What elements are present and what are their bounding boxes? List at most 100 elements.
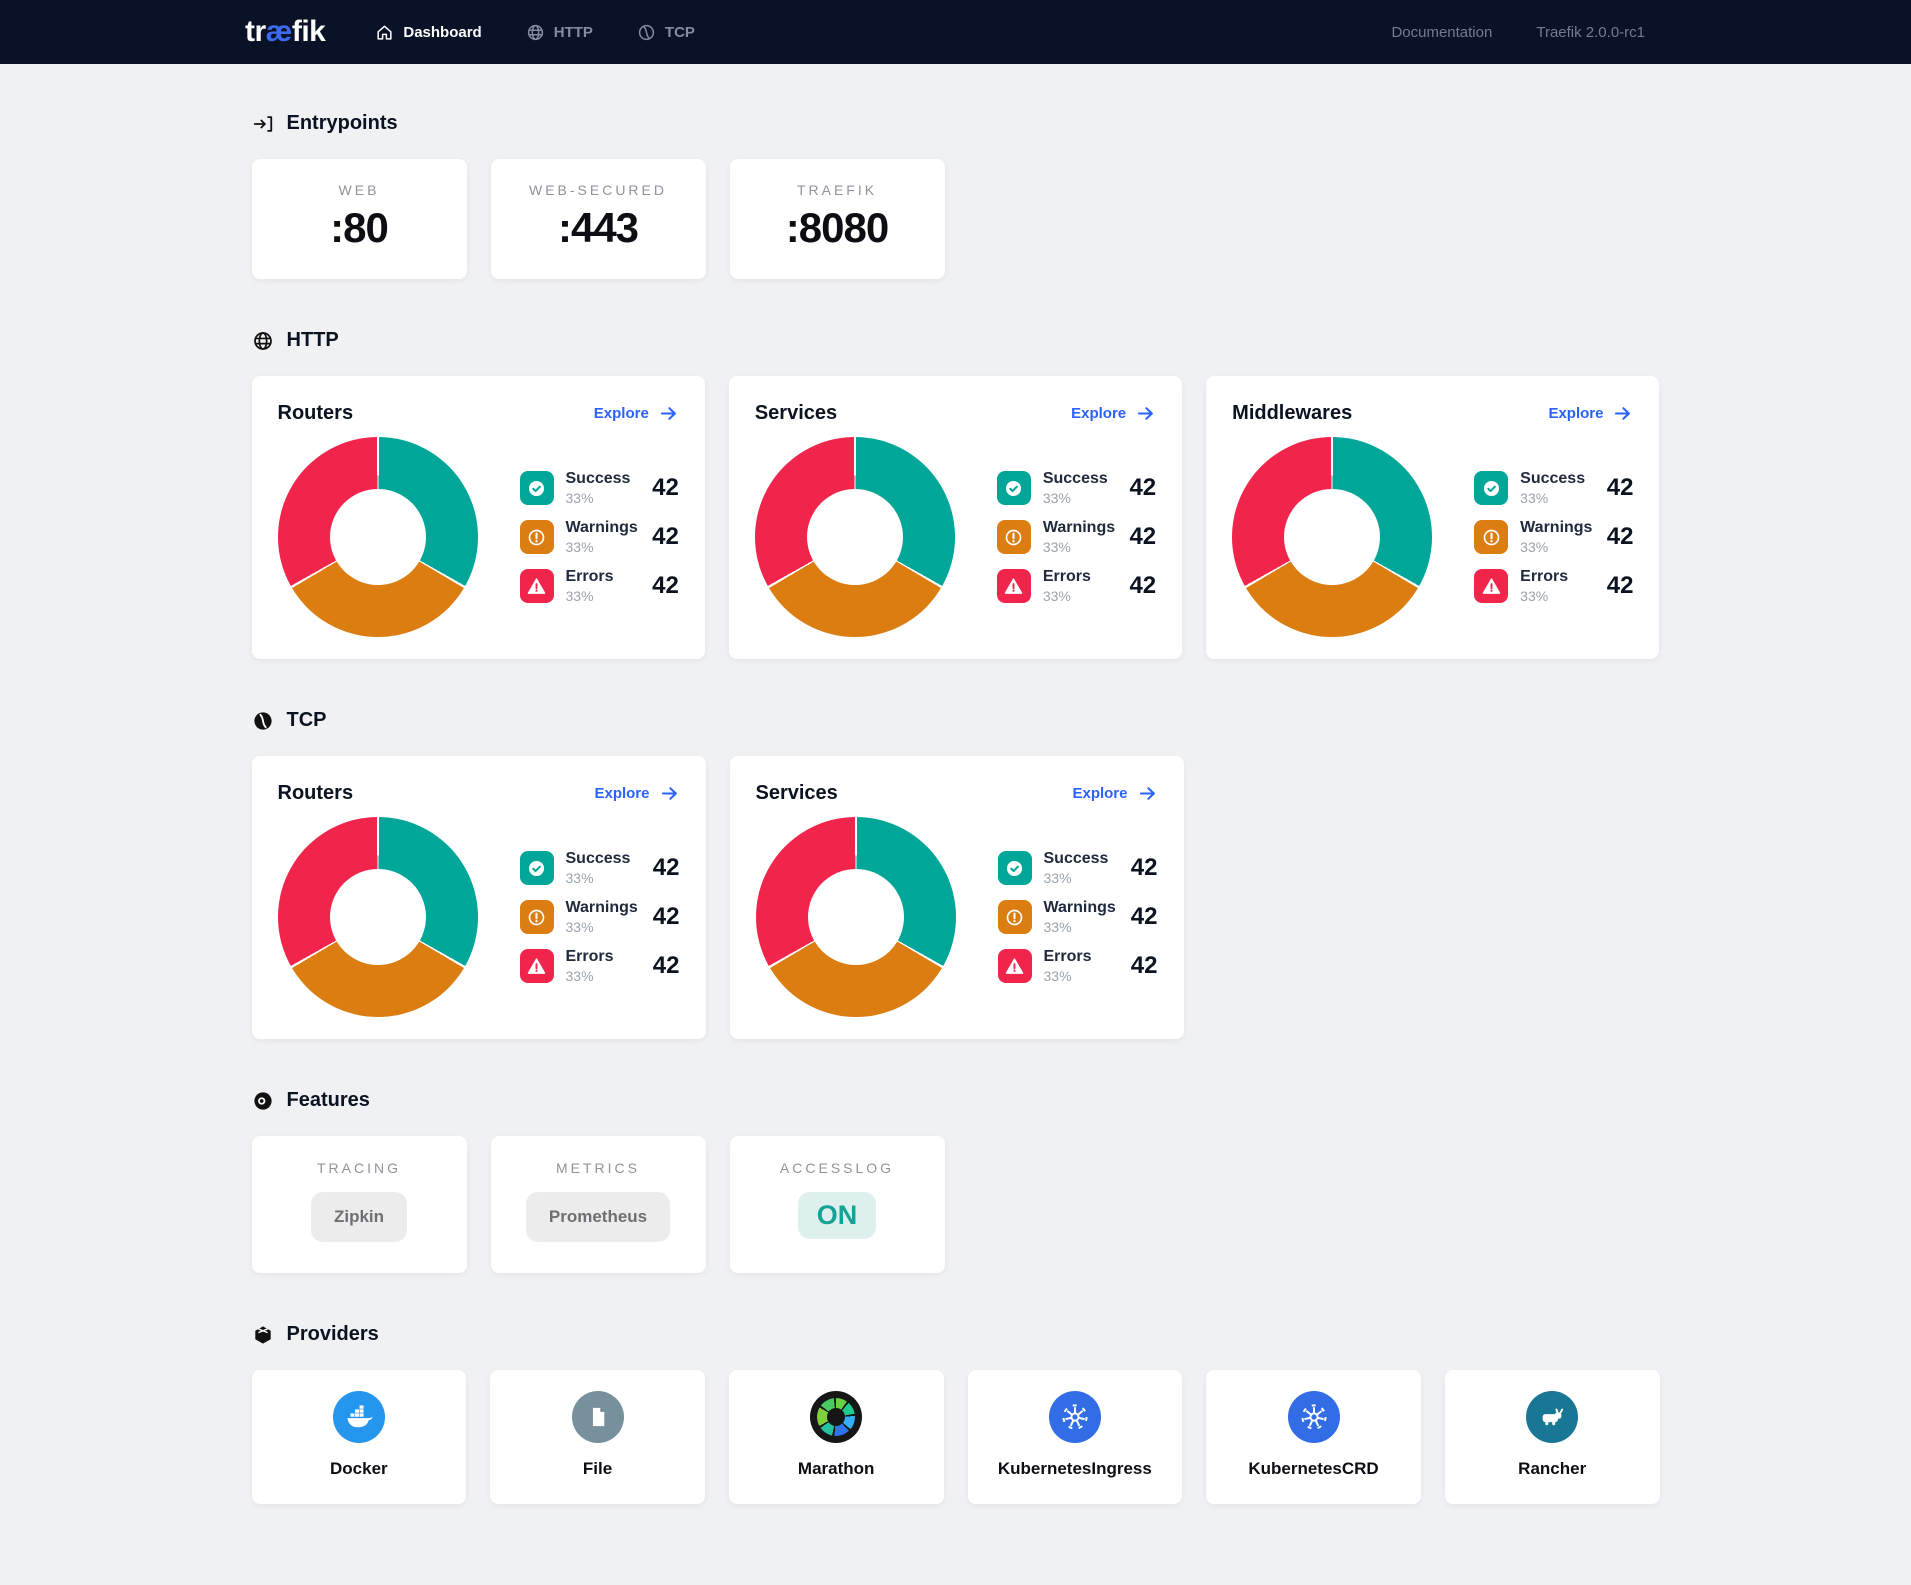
stat-value: 42 xyxy=(653,854,680,882)
entrypoint-label: WEB-SECURED xyxy=(491,182,706,198)
explore-link[interactable]: Explore xyxy=(594,403,679,424)
http-section-heading: HTTP xyxy=(252,329,1660,352)
feature-label: TRACING xyxy=(252,1160,467,1176)
success-check-icon xyxy=(520,851,554,885)
providers-package-icon xyxy=(252,1324,274,1346)
card-title: Services xyxy=(756,782,838,805)
entrypoints-section-heading: Entrypoints xyxy=(252,112,1660,135)
explore-link[interactable]: Explore xyxy=(1548,403,1633,424)
explore-link[interactable]: Explore xyxy=(594,783,679,804)
error-triangle-icon xyxy=(520,949,554,983)
explore-label: Explore xyxy=(594,785,649,802)
stat-percent: 33% xyxy=(1043,588,1091,604)
providers-section-heading: Providers xyxy=(252,1323,1660,1346)
tcp-cards-row: Routers Explore Success33% 42 Warnings33… xyxy=(252,756,1660,1039)
nav-item-http[interactable]: HTTP xyxy=(526,23,593,42)
stat-warnings: Warnings 33% 42 xyxy=(998,899,1158,935)
stat-label: Success xyxy=(1044,850,1109,867)
stat-label: Errors xyxy=(1520,568,1568,585)
chart-legend: Success33% 42 Warnings33% 42 Errors33% 4… xyxy=(520,470,679,604)
section-title: TCP xyxy=(287,709,327,732)
stat-label: Errors xyxy=(1043,568,1091,585)
kubernetes-wheel-icon xyxy=(1288,1391,1340,1443)
stat-errors: Errors33% 42 xyxy=(998,948,1158,984)
stat-percent: 33% xyxy=(1520,490,1585,506)
nav-item-tcp[interactable]: TCP xyxy=(637,23,695,42)
traefik-logo[interactable]: træfik xyxy=(245,15,325,49)
stat-errors: Errors33% 42 xyxy=(520,948,680,984)
stat-label: Success xyxy=(1043,470,1108,487)
provider-card-kubernetes-crd: KubernetesCRD xyxy=(1206,1370,1421,1504)
stat-percent: 33% xyxy=(566,870,631,886)
tcp-section-heading: TCP xyxy=(252,709,1660,732)
card-title: Routers xyxy=(278,402,354,425)
provider-name: Rancher xyxy=(1445,1459,1660,1479)
donut-chart xyxy=(756,817,956,1017)
nav-item-label: HTTP xyxy=(554,24,593,41)
success-check-icon xyxy=(520,471,554,505)
stat-label: Warnings xyxy=(566,519,638,536)
feature-value-chip: Prometheus xyxy=(526,1192,670,1242)
stat-percent: 33% xyxy=(1520,588,1568,604)
entrypoint-port: :80 xyxy=(252,204,467,252)
stat-warnings: Warnings 33% 42 xyxy=(1474,519,1633,555)
stat-percent: 33% xyxy=(1044,919,1116,935)
success-check-icon xyxy=(1474,471,1508,505)
stat-label: Errors xyxy=(566,948,614,965)
stat-value: 42 xyxy=(1131,903,1158,931)
entrypoints-icon xyxy=(252,113,274,135)
card-title: Services xyxy=(755,402,837,425)
version-label: Traefik 2.0.0-rc1 xyxy=(1536,24,1645,41)
documentation-link[interactable]: Documentation xyxy=(1391,24,1492,41)
stat-success: Success33% 42 xyxy=(520,850,680,886)
stat-value: 42 xyxy=(1607,523,1634,551)
stat-label: Errors xyxy=(566,568,614,585)
explore-link[interactable]: Explore xyxy=(1072,783,1157,804)
features-row: TRACING Zipkin METRICS Prometheus ACCESS… xyxy=(252,1136,1660,1273)
file-icon xyxy=(572,1391,624,1443)
stat-label: Warnings xyxy=(1043,519,1115,536)
explore-label: Explore xyxy=(1071,405,1126,422)
arrow-right-icon xyxy=(1135,403,1156,424)
entrypoint-port: :443 xyxy=(491,204,706,252)
kubernetes-wheel-icon xyxy=(1049,1391,1101,1443)
http-middlewares-card: Middlewares Explore Success33% 42 Warnin… xyxy=(1206,376,1659,659)
top-navbar: træfik Dashboard HTTP TCP Documentation … xyxy=(0,0,1911,64)
stat-value: 42 xyxy=(653,952,680,980)
stat-value: 42 xyxy=(652,523,679,551)
stat-label: Warnings xyxy=(566,899,638,916)
feature-label: METRICS xyxy=(491,1160,706,1176)
chart-legend: Success33% 42 Warnings33% 42 Errors33% 4… xyxy=(997,470,1156,604)
stat-label: Warnings xyxy=(1520,519,1592,536)
error-triangle-icon xyxy=(1474,569,1508,603)
stat-percent: 33% xyxy=(566,539,638,555)
stat-errors: Errors 33% 42 xyxy=(520,568,679,604)
http-routers-card: Routers Explore Success33% 42 Warnings33… xyxy=(252,376,705,659)
globe-icon xyxy=(252,330,274,352)
card-title: Routers xyxy=(278,782,354,805)
nav-item-dashboard[interactable]: Dashboard xyxy=(375,23,481,42)
card-title: Middlewares xyxy=(1232,402,1352,425)
entrypoint-card-web-secured: WEB-SECURED :443 xyxy=(491,159,706,279)
warning-circle-icon xyxy=(997,520,1031,554)
feature-label: ACCESSLOG xyxy=(730,1160,945,1176)
provider-card-docker: Docker xyxy=(252,1370,467,1504)
http-services-card: Services Explore Success33% 42 Warnings3… xyxy=(729,376,1182,659)
explore-label: Explore xyxy=(1072,785,1127,802)
stat-value: 42 xyxy=(652,474,679,502)
stat-percent: 33% xyxy=(566,588,614,604)
explore-link[interactable]: Explore xyxy=(1071,403,1156,424)
stat-percent: 33% xyxy=(1520,539,1592,555)
stat-label: Warnings xyxy=(1044,899,1116,916)
error-triangle-icon xyxy=(520,569,554,603)
warning-circle-icon xyxy=(1474,520,1508,554)
stat-value: 42 xyxy=(652,572,679,600)
logo-accent-text: æ xyxy=(266,15,292,48)
arrow-right-icon xyxy=(658,403,679,424)
error-triangle-icon xyxy=(997,569,1031,603)
provider-card-marathon: Marathon xyxy=(729,1370,944,1504)
stat-errors: Errors33% 42 xyxy=(997,568,1156,604)
features-toggle-icon xyxy=(252,1090,274,1112)
stat-value: 42 xyxy=(1131,952,1158,980)
feature-on-chip: ON xyxy=(798,1192,877,1239)
